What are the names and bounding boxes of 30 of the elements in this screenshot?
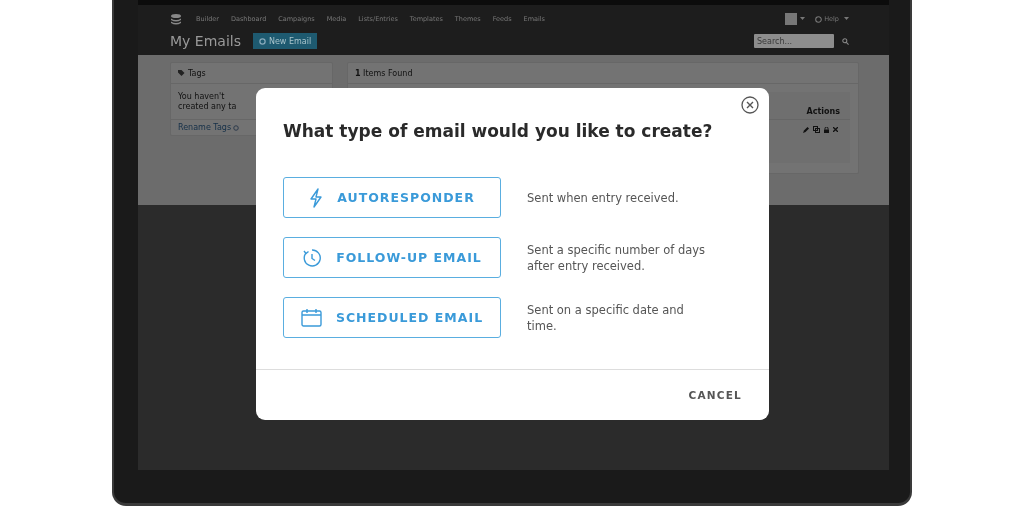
option-description: Sent when entry received. [527,189,680,206]
empty-message: You haven't created any ta [178,91,238,112]
tag-icon [178,70,185,76]
search-field[interactable]: Search... [754,34,834,48]
calendar-icon [300,308,322,327]
panel-title: Tags [188,68,206,78]
rename-tags-link[interactable]: Rename Tags [178,123,232,132]
close-icon[interactable] [833,127,838,132]
lightning-icon [309,187,324,208]
lock-icon[interactable] [824,126,829,133]
results-count: 1 Items Found [355,68,413,78]
option-description: Sent a specific number of days after entry received. [527,241,707,274]
pencil-icon[interactable] [803,126,809,133]
avatar-icon[interactable] [785,13,798,25]
page-title: My Emails [170,33,241,49]
close-button[interactable] [741,96,759,114]
option-description: Sent on a specific date and time. [527,301,685,334]
clock-icon [302,247,323,268]
caret-icon [844,17,849,21]
search-icon[interactable] [842,37,849,45]
caret-icon [800,17,806,21]
new-email-button[interactable]: New Email [252,33,318,49]
stack-logo-icon [170,13,182,25]
dialog-title: What type of email would you like to create? [283,121,714,141]
cancel-button[interactable]: CANCEL [688,387,742,403]
copy-icon[interactable] [813,126,820,133]
email-type-button[interactable]: SCHEDULED EMAIL [283,297,501,338]
column-header: Actions [806,107,840,116]
email-type-button[interactable]: FOLLOW-UP EMAIL [283,237,501,278]
email-type-button[interactable]: AUTORESPONDER [283,177,501,218]
